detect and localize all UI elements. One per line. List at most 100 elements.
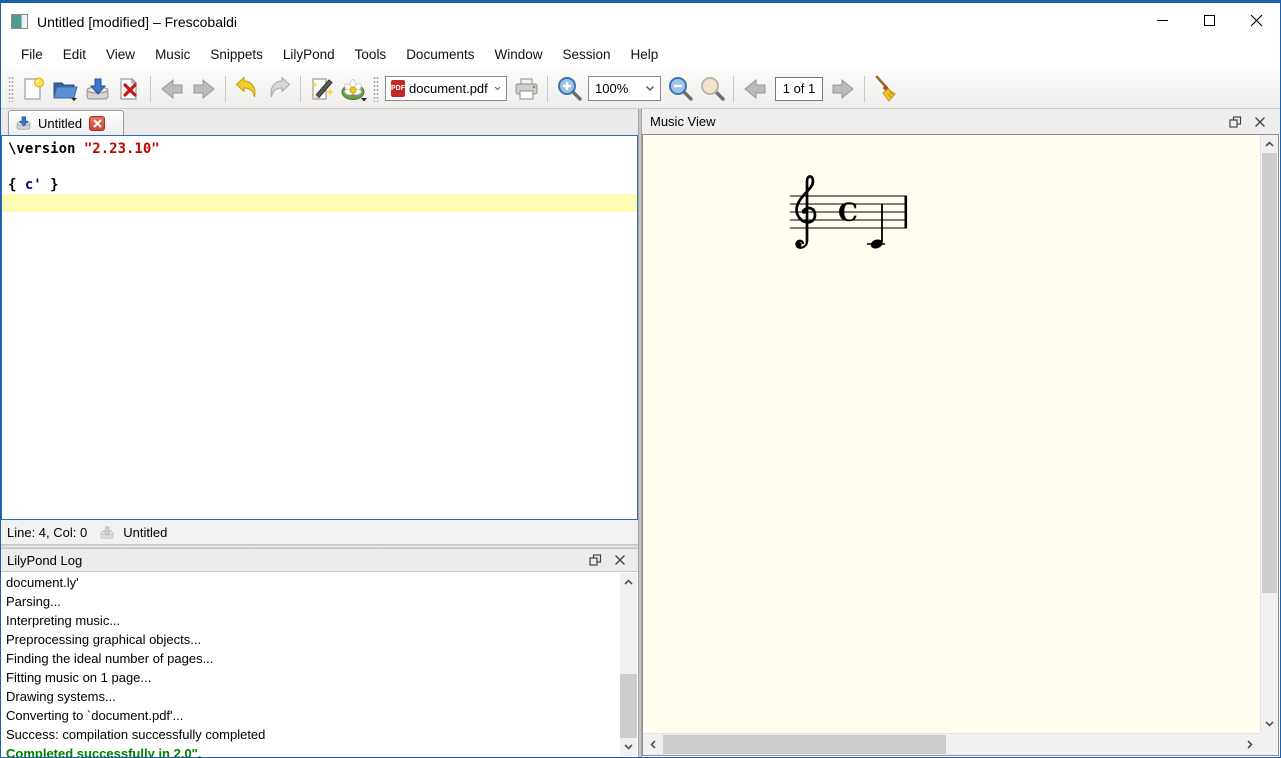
open-brace: { <box>8 177 25 193</box>
close-document-icon <box>116 76 142 102</box>
float-panel-button[interactable] <box>589 554 602 566</box>
forward-arrow-icon <box>191 77 217 101</box>
zoom-out-icon <box>667 75 694 102</box>
toolbar-separator <box>150 76 151 102</box>
pencil-page-icon <box>309 76 335 102</box>
print-button[interactable] <box>510 73 542 105</box>
common-time-symbol: C <box>838 198 858 227</box>
document-selector-combo[interactable]: PDF document.pdf <box>385 76 507 101</box>
menu-lilypond[interactable]: LilyPond <box>273 43 345 66</box>
log-line: Fitting music on 1 page... <box>6 668 638 687</box>
float-panel-button[interactable] <box>1229 116 1242 128</box>
undo-icon <box>234 76 260 101</box>
close-button[interactable] <box>1233 3 1280 37</box>
next-page-button[interactable] <box>827 73 859 105</box>
broom-icon <box>873 75 899 102</box>
chevron-up-icon <box>1265 141 1274 147</box>
close-document-button[interactable] <box>113 73 145 105</box>
save-icon <box>84 76 111 102</box>
lilypond-icon <box>340 76 368 102</box>
next-page-icon <box>830 77 856 101</box>
toolbar-grip[interactable] <box>373 76 379 102</box>
clear-music-view-button[interactable] <box>870 73 902 105</box>
menu-music[interactable]: Music <box>145 43 200 66</box>
lilypond-log-output[interactable]: document.ly' Parsing... Interpreting mus… <box>1 571 638 757</box>
music-view-header[interactable]: Music View <box>642 109 1280 134</box>
previous-page-button[interactable] <box>739 73 771 105</box>
code-line-2 <box>2 158 637 176</box>
music-vertical-scrollbar[interactable] <box>1260 135 1278 733</box>
toolbar-separator <box>547 76 548 102</box>
scroll-down-button[interactable] <box>1261 715 1278 733</box>
undo-button[interactable] <box>231 73 263 105</box>
menu-tools[interactable]: Tools <box>345 43 397 66</box>
pdf-file-icon: PDF <box>391 80 405 97</box>
open-document-button[interactable] <box>49 73 81 105</box>
title-bar[interactable]: Untitled [modified] – Frescobaldi <box>1 3 1280 40</box>
printer-icon <box>513 76 540 102</box>
toolbar-separator <box>225 76 226 102</box>
minimize-button[interactable] <box>1139 3 1186 37</box>
lilypond-compile-button[interactable] <box>338 73 370 105</box>
new-document-icon <box>20 76 46 102</box>
scroll-right-button[interactable] <box>1240 734 1260 755</box>
save-state-icon <box>99 525 115 540</box>
music-view-page[interactable]: C <box>642 134 1279 756</box>
music-view-title: Music View <box>650 114 716 129</box>
menu-session[interactable]: Session <box>552 43 620 66</box>
close-panel-button[interactable] <box>1254 116 1266 128</box>
close-icon <box>93 119 102 128</box>
previous-page-icon <box>742 77 768 101</box>
close-icon <box>1250 14 1263 27</box>
log-line: document.ly' <box>6 573 638 592</box>
close-panel-button[interactable] <box>614 554 626 566</box>
code-line-1: \version "2.23.10" <box>2 140 637 158</box>
log-line: Success: compilation successfully comple… <box>6 725 638 744</box>
page-indicator[interactable]: 1 of 1 <box>775 77 823 101</box>
menu-edit[interactable]: Edit <box>53 43 96 66</box>
zoom-level-combo[interactable]: 100% <box>588 76 661 101</box>
menu-window[interactable]: Window <box>484 43 552 66</box>
log-vertical-scrollbar[interactable] <box>620 573 637 756</box>
scrollbar-thumb[interactable] <box>1262 153 1277 593</box>
log-line: Drawing systems... <box>6 687 638 706</box>
magnifier-button[interactable] <box>696 73 728 105</box>
maximize-icon <box>1204 15 1215 26</box>
go-back-button[interactable] <box>156 73 188 105</box>
code-editor[interactable]: \version "2.23.10" { c' } <box>1 135 638 520</box>
frescobaldi-window: Untitled [modified] – Frescobaldi File E… <box>0 0 1281 758</box>
menu-view[interactable]: View <box>96 43 145 66</box>
menu-bar: File Edit View Music Snippets LilyPond T… <box>1 40 1280 69</box>
go-forward-button[interactable] <box>188 73 220 105</box>
status-document-name: Untitled <box>123 525 167 540</box>
menu-help[interactable]: Help <box>621 43 669 66</box>
chevron-right-icon <box>1247 740 1253 749</box>
chevron-down-icon <box>1265 721 1274 727</box>
zoom-in-button[interactable] <box>553 73 585 105</box>
scrollbar-thumb[interactable] <box>663 735 946 754</box>
edit-in-place-button[interactable] <box>306 73 338 105</box>
log-line: Parsing... <box>6 592 638 611</box>
new-document-button[interactable] <box>17 73 49 105</box>
final-barline <box>905 196 908 228</box>
toolbar-grip[interactable] <box>8 76 14 102</box>
save-document-button[interactable] <box>81 73 113 105</box>
maximize-button[interactable] <box>1186 3 1233 37</box>
close-brace: } <box>42 177 59 193</box>
music-horizontal-scrollbar[interactable] <box>643 733 1260 755</box>
lilypond-log-header[interactable]: LilyPond Log <box>1 549 638 571</box>
menu-documents[interactable]: Documents <box>396 43 484 66</box>
document-combo-value: document.pdf <box>409 81 488 96</box>
chevron-up-icon <box>624 579 633 585</box>
scroll-down-button[interactable] <box>620 738 637 756</box>
tab-close-button[interactable] <box>89 116 105 131</box>
scroll-up-button[interactable] <box>1261 135 1278 153</box>
menu-snippets[interactable]: Snippets <box>200 43 273 66</box>
tab-untitled[interactable]: Untitled <box>8 110 124 135</box>
zoom-out-button[interactable] <box>664 73 696 105</box>
redo-button[interactable] <box>263 73 295 105</box>
scroll-up-button[interactable] <box>620 573 637 591</box>
scrollbar-thumb[interactable] <box>620 674 637 738</box>
menu-file[interactable]: File <box>11 43 53 66</box>
scroll-left-button[interactable] <box>643 734 663 755</box>
